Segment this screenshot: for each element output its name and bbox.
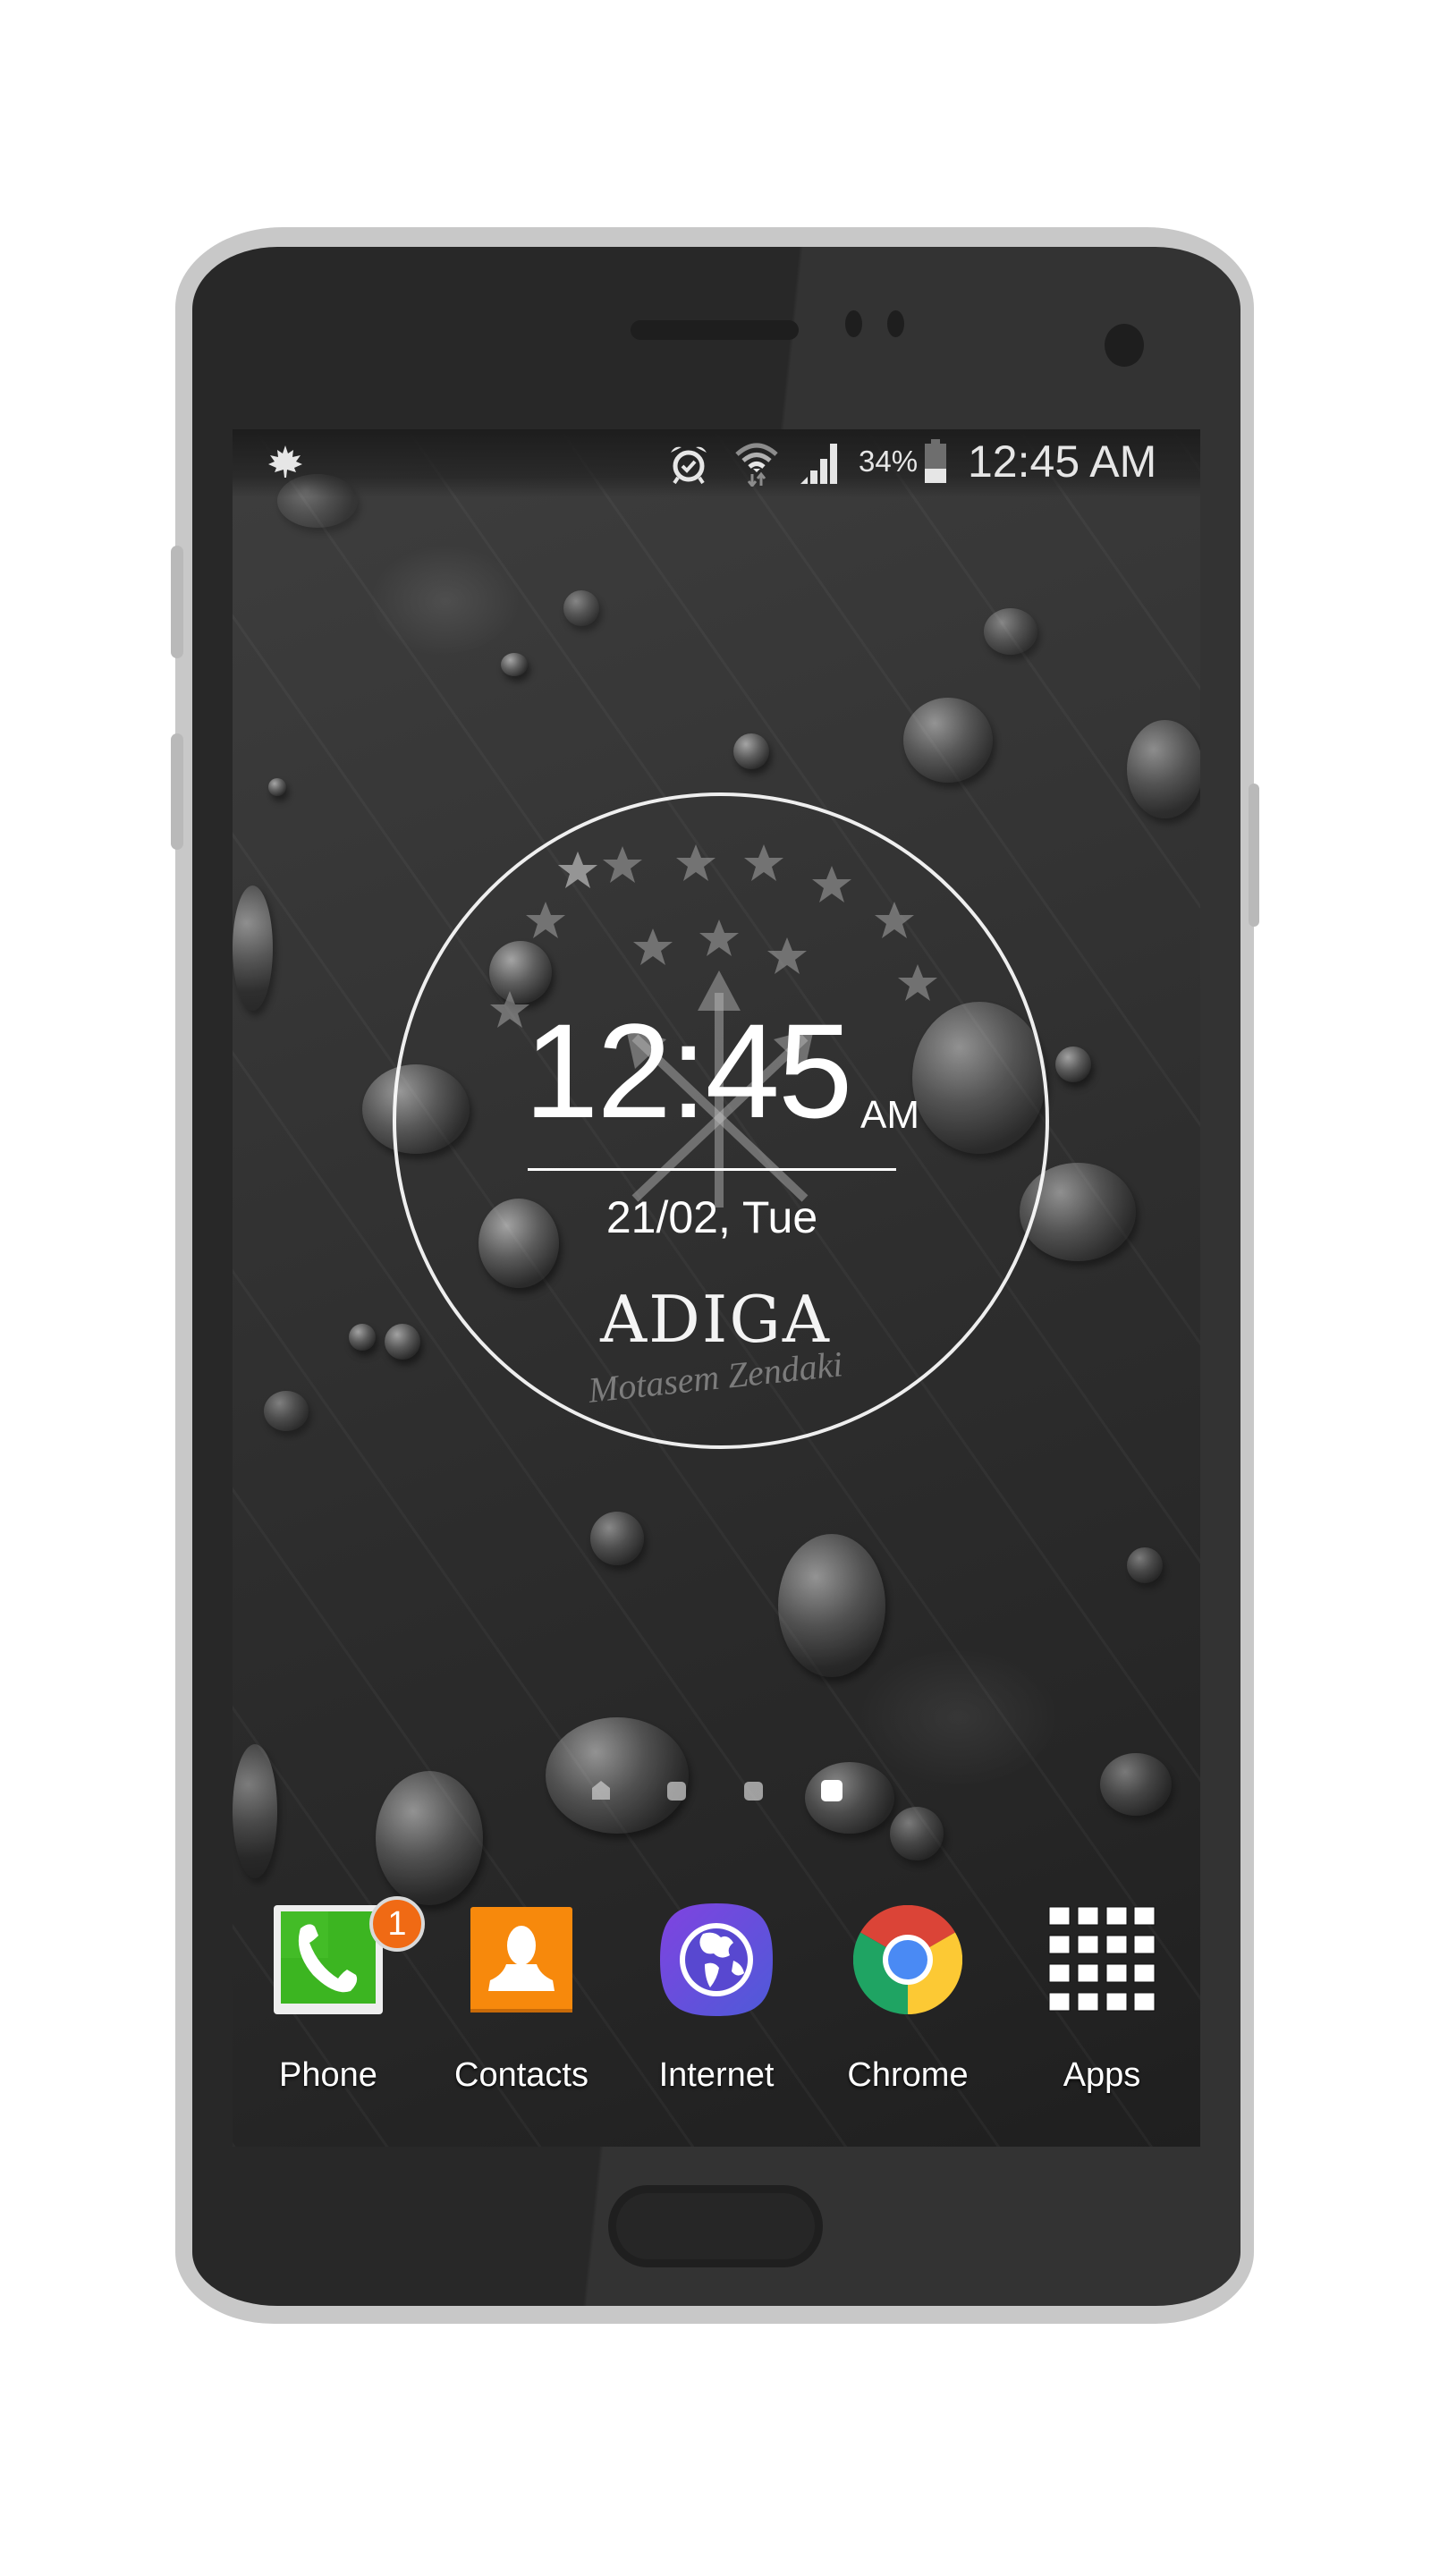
notification-badge: 1 xyxy=(369,1896,425,1952)
page-indicator-dot-active[interactable] xyxy=(821,1780,843,1801)
page-indicator-dot[interactable] xyxy=(667,1782,686,1801)
app-drawer-button[interactable]: Apps xyxy=(1021,1896,1182,2111)
alarm-clock-icon xyxy=(667,444,710,489)
phone-icon xyxy=(274,1905,383,2014)
maple-leaf-icon xyxy=(267,445,304,483)
light-sensor xyxy=(887,310,904,337)
front-camera xyxy=(1105,324,1144,367)
clock-time: 12:45 xyxy=(524,996,852,1146)
app-internet[interactable]: Internet xyxy=(636,1896,797,2111)
wifi-icon xyxy=(733,440,780,491)
home-screen: 34% 12:45 AM 12:45 AM 21/02, Tue ADIGA M… xyxy=(233,429,1200,2147)
app-label: Phone xyxy=(279,2056,377,2094)
app-phone[interactable]: 1 Phone xyxy=(248,1896,425,2111)
earpiece-speaker xyxy=(631,320,799,340)
chrome-icon xyxy=(852,1904,963,2015)
app-label: Contacts xyxy=(454,2056,588,2094)
cellular-signal-icon xyxy=(799,441,842,490)
globe-icon xyxy=(658,1902,775,2018)
home-page-indicator-icon[interactable] xyxy=(590,1779,612,1801)
status-bar-clock: 12:45 AM xyxy=(968,436,1157,487)
status-bar[interactable]: 34% 12:45 AM xyxy=(233,429,1200,497)
app-label: Internet xyxy=(658,2056,775,2094)
power-button[interactable] xyxy=(1249,784,1259,927)
app-label: Apps xyxy=(1063,2056,1141,2094)
page-indicator-dot[interactable] xyxy=(744,1782,763,1801)
battery-percentage: 34% xyxy=(859,445,919,478)
battery-icon xyxy=(924,439,947,488)
app-chrome[interactable]: Chrome xyxy=(827,1896,988,2111)
proximity-sensor xyxy=(845,310,862,337)
home-hardware-button[interactable] xyxy=(608,2185,823,2267)
app-label: Chrome xyxy=(847,2056,969,2094)
clock-ampm: AM xyxy=(860,1093,919,1137)
app-contacts[interactable]: Contacts xyxy=(441,1896,602,2111)
clock-divider xyxy=(528,1168,896,1171)
apps-grid-icon xyxy=(1047,1905,1156,2014)
clock-date: 21/02, Tue xyxy=(605,1192,818,1242)
contacts-icon xyxy=(467,1905,576,2014)
volume-up-button[interactable] xyxy=(171,546,183,658)
volume-down-button[interactable] xyxy=(171,733,183,850)
